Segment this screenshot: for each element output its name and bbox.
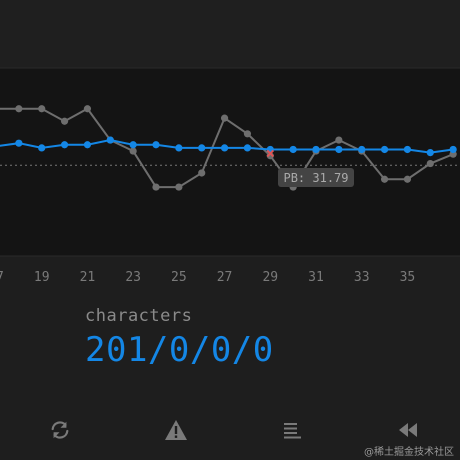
x-tick-label: 25 bbox=[171, 270, 187, 285]
series-1-point bbox=[312, 145, 320, 154]
series-0-point bbox=[38, 105, 46, 113]
chart-plot-area bbox=[0, 68, 460, 256]
series-1-point bbox=[289, 145, 297, 154]
series-0-point bbox=[129, 147, 137, 155]
series-1-point bbox=[358, 145, 366, 154]
series-1-point bbox=[60, 141, 69, 149]
series-0-point bbox=[220, 114, 229, 122]
series-1-point bbox=[106, 136, 114, 144]
series-0-point bbox=[152, 183, 160, 191]
stat-value: 201/0/0/0 bbox=[85, 330, 274, 370]
series-0-point bbox=[403, 175, 412, 183]
warning-icon bbox=[165, 420, 187, 440]
series-1-point bbox=[175, 144, 183, 152]
report-button[interactable] bbox=[156, 410, 196, 450]
series-0-point bbox=[335, 136, 343, 144]
series-0-point bbox=[175, 183, 183, 191]
series-1-point bbox=[129, 141, 137, 149]
stat-label: characters bbox=[85, 306, 193, 326]
series-1-point bbox=[335, 145, 343, 154]
series-0-point bbox=[15, 105, 23, 113]
series-1-point bbox=[198, 144, 206, 152]
list-icon bbox=[284, 423, 301, 439]
series-1-point bbox=[243, 144, 252, 152]
x-tick-label: 19 bbox=[34, 270, 50, 285]
x-tick-label: 33 bbox=[354, 270, 370, 285]
series-0-point bbox=[83, 105, 92, 113]
series-1-point bbox=[83, 141, 92, 149]
wpm-chart: 17 19 21 23 25 27 29 31 33 35 PB: 31.79 bbox=[0, 0, 460, 285]
rewind-icon bbox=[399, 423, 417, 437]
series-1-point bbox=[426, 149, 434, 157]
series-1-point bbox=[15, 139, 23, 147]
refresh-button[interactable] bbox=[40, 410, 80, 450]
series-0-point bbox=[380, 175, 389, 183]
x-tick-label: 21 bbox=[80, 270, 96, 285]
x-tick-label: 29 bbox=[262, 270, 278, 285]
chart-band-top bbox=[0, 0, 460, 68]
refresh-icon bbox=[51, 421, 69, 439]
x-tick-label: 35 bbox=[400, 270, 416, 285]
series-0-point bbox=[198, 169, 206, 177]
series-0-point bbox=[426, 159, 434, 168]
pb-label: PB: 31.79 bbox=[283, 171, 348, 185]
x-tick-label: 23 bbox=[125, 270, 141, 285]
series-1-point bbox=[38, 144, 46, 152]
series-1-point bbox=[449, 145, 457, 154]
series-0-point bbox=[243, 130, 252, 138]
series-1-point bbox=[403, 145, 412, 154]
watermark: @稀土掘金技术社区 bbox=[364, 447, 454, 458]
stat-block: characters 201/0/0/0 bbox=[85, 306, 274, 370]
series-1-point bbox=[152, 141, 160, 149]
series-1-point bbox=[380, 145, 389, 154]
x-tick-label: 17 bbox=[0, 270, 4, 285]
x-tick-label: 27 bbox=[217, 270, 233, 285]
x-tick-label: 31 bbox=[308, 270, 324, 285]
details-button[interactable] bbox=[272, 410, 312, 450]
series-0-point bbox=[60, 117, 69, 125]
series-1-point bbox=[220, 144, 229, 152]
